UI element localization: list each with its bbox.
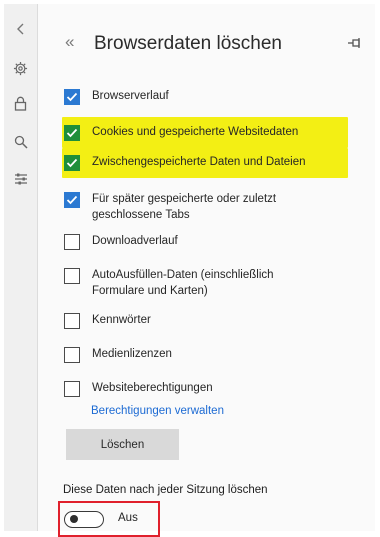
chevron-left-icon[interactable]	[4, 16, 37, 42]
checkbox[interactable]	[64, 192, 80, 208]
sliders-icon[interactable]	[4, 166, 37, 192]
clear-button[interactable]: Löschen	[66, 429, 179, 460]
gear-icon[interactable]	[4, 55, 37, 81]
option-label: Downloadverlauf	[92, 235, 178, 247]
clear-browsing-data-panel: « Browserdaten löschen Browserverlauf Co…	[38, 4, 375, 537]
option-label: Für später gespeicherte oder zuletzt ges…	[92, 193, 277, 221]
toggle-state-label: Aus	[118, 512, 138, 524]
option-cached-data[interactable]: Zwischengespeicherte Daten und Dateien	[64, 154, 337, 171]
side-rail	[4, 4, 38, 531]
option-browsing-history[interactable]: Browserverlauf	[64, 88, 337, 105]
toggle-knob	[70, 515, 78, 523]
option-label: AutoAusfüllen-Daten (einschließlich Form…	[92, 269, 274, 297]
checkbox[interactable]	[64, 313, 80, 329]
auto-clear-heading: Diese Daten nach jeder Sitzung löschen	[63, 484, 268, 496]
option-passwords[interactable]: Kennwörter	[64, 312, 337, 329]
checkbox[interactable]	[64, 125, 80, 141]
search-icon[interactable]	[4, 129, 37, 155]
checkbox[interactable]	[64, 268, 80, 284]
option-label: Websiteberechtigungen	[92, 382, 213, 394]
checkbox[interactable]	[64, 155, 80, 171]
option-label: Kennwörter	[92, 314, 151, 326]
back-button[interactable]: «	[65, 32, 74, 52]
option-label: Cookies und gespeicherte Websitedaten	[92, 126, 299, 138]
option-download-history[interactable]: Downloadverlauf	[64, 233, 337, 250]
option-label: Zwischengespeicherte Daten und Dateien	[92, 156, 306, 168]
option-label: Medienlizenzen	[92, 348, 172, 360]
option-site-permissions[interactable]: Websiteberechtigungen	[64, 380, 337, 397]
panel-title: Browserdaten löschen	[94, 33, 282, 54]
checkbox[interactable]	[64, 234, 80, 250]
lock-icon[interactable]	[4, 90, 37, 116]
pin-icon[interactable]	[347, 36, 363, 55]
option-media-licenses[interactable]: Medienlizenzen	[64, 346, 337, 363]
checkbox[interactable]	[64, 89, 80, 105]
option-label: Browserverlauf	[92, 90, 169, 102]
option-saved-tabs[interactable]: Für später gespeicherte oder zuletzt ges…	[64, 191, 292, 223]
option-autofill[interactable]: AutoAusfüllen-Daten (einschließlich Form…	[64, 267, 302, 299]
checkbox[interactable]	[64, 347, 80, 363]
manage-permissions-link[interactable]: Berechtigungen verwalten	[91, 405, 224, 417]
option-cookies[interactable]: Cookies und gespeicherte Websitedaten	[64, 124, 337, 141]
checkbox[interactable]	[64, 381, 80, 397]
auto-clear-toggle[interactable]	[64, 511, 104, 528]
